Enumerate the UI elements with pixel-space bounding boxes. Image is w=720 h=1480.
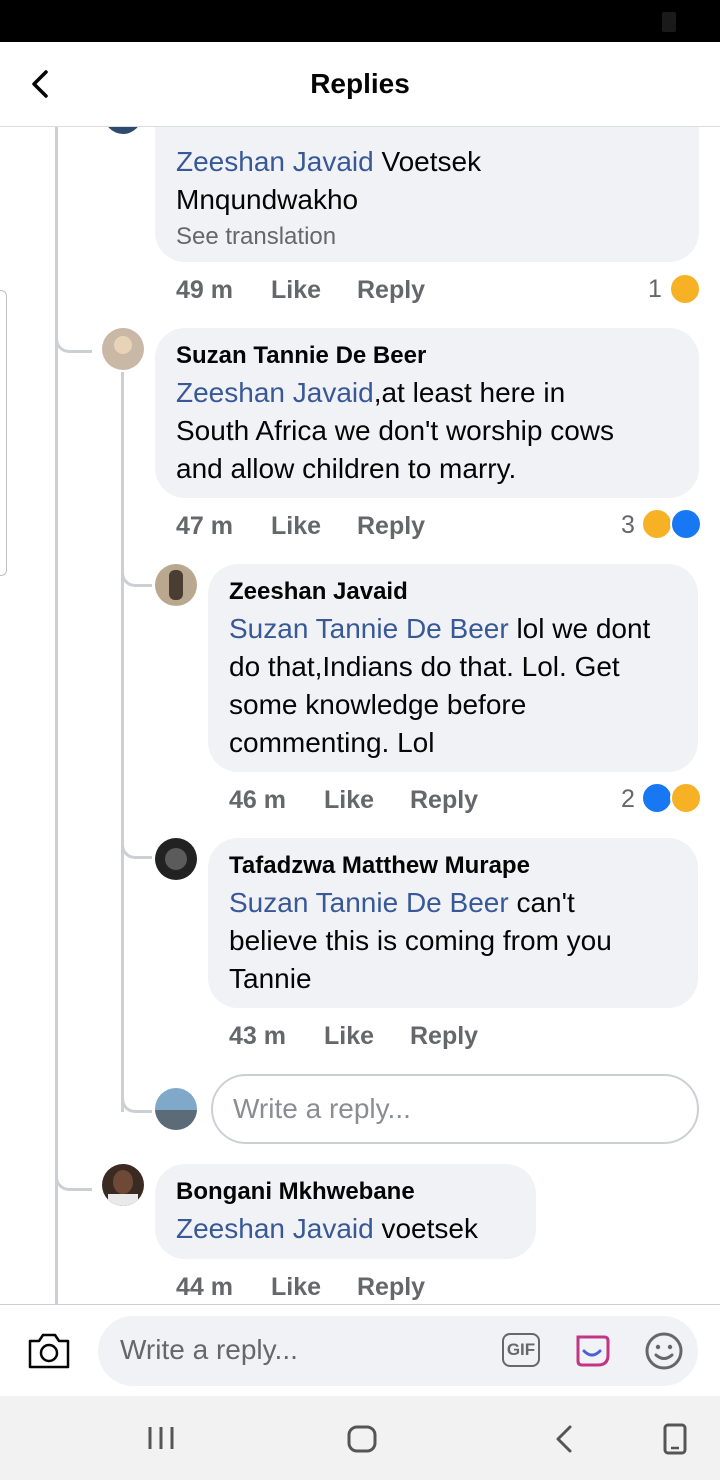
- thread-line-nested: [121, 372, 124, 1112]
- comment-text-line: Mnqundwakho: [176, 184, 359, 215]
- avatar[interactable]: [102, 328, 144, 370]
- comment-text-line: commenting. Lol: [229, 727, 435, 758]
- mention-link[interactable]: Suzan Tannie De Beer: [229, 613, 509, 644]
- thread-connector: [121, 1082, 152, 1113]
- reply-input-placeholder: Write a reply...: [233, 1093, 411, 1124]
- comment-bubble: Bongani Mkhwebane Zeeshan Javaid voetsek: [155, 1164, 536, 1259]
- reaction-count[interactable]: 1: [648, 275, 662, 304]
- like-reaction-icon: [641, 782, 673, 814]
- avatar[interactable]: [155, 564, 197, 606]
- comment-text-line: believe this is coming from you: [229, 925, 612, 956]
- comment-time: 49 m: [176, 276, 233, 304]
- comment-bubble: Suzan Tannie De Beer Zeeshan Javaid,at l…: [155, 328, 699, 498]
- reply-button[interactable]: Reply: [357, 1273, 425, 1302]
- comment-text-line: South Africa we don't worship cows: [176, 415, 615, 446]
- comment-text-line: Tannie: [229, 963, 312, 994]
- like-button[interactable]: Like: [271, 512, 321, 541]
- comment-bubble: Tafadzwa Matthew Murape Suzan Tannie De …: [208, 838, 698, 1008]
- avatar[interactable]: [102, 1164, 144, 1206]
- comment-text-line: do that,Indians do that. Lol. Get: [229, 651, 620, 682]
- composer-placeholder: Write a reply...: [120, 1334, 298, 1365]
- haha-reaction-icon: [641, 508, 673, 540]
- comment-text: Suzan Tannie De Beer lol we dont: [229, 613, 651, 644]
- comment-text: Zeeshan Javaid,at least here in: [176, 377, 566, 408]
- thread-connector: [121, 828, 152, 859]
- reaction-count[interactable]: 2: [621, 785, 635, 814]
- sticker-icon[interactable]: [572, 1331, 612, 1371]
- back-icon[interactable]: [552, 1424, 576, 1454]
- comment-text: Suzan Tannie De Beer can't: [229, 887, 575, 918]
- comment-time: 47 m: [176, 512, 233, 540]
- parent-comment-edge: [0, 290, 7, 576]
- comment-text-line: some knowledge before: [229, 689, 527, 720]
- replies-sheet: Replies Zeeshan Javaid Voetsek Mnqundwak…: [0, 42, 720, 1480]
- like-button[interactable]: Like: [271, 276, 321, 305]
- comment-text-line: and allow children to marry.: [176, 453, 517, 484]
- recent-apps-icon[interactable]: [146, 1424, 176, 1452]
- reply-button[interactable]: Reply: [357, 276, 425, 305]
- thread-line-main: [55, 126, 58, 1306]
- reply-button[interactable]: Reply: [410, 786, 478, 815]
- mention-link[interactable]: Zeeshan Javaid: [176, 1213, 374, 1244]
- composer-bar: Write a reply... GIF: [0, 1304, 720, 1397]
- comment-bubble: Zeeshan Javaid Suzan Tannie De Beer lol …: [208, 564, 698, 772]
- like-button[interactable]: Like: [324, 786, 374, 815]
- comment-time: 44 m: [176, 1273, 233, 1301]
- rotate-icon[interactable]: [660, 1422, 690, 1456]
- reply-button[interactable]: Reply: [357, 512, 425, 541]
- camera-icon[interactable]: [26, 1331, 72, 1371]
- gif-icon: GIF: [506, 1340, 536, 1359]
- comment-text: Zeeshan Javaid Voetsek: [176, 146, 482, 177]
- home-icon[interactable]: [346, 1424, 378, 1454]
- comment-author[interactable]: Bongani Mkhwebane: [176, 1178, 415, 1206]
- mention-link[interactable]: Suzan Tannie De Beer: [229, 887, 509, 918]
- page-title: Replies: [310, 68, 410, 99]
- like-button[interactable]: Like: [324, 1022, 374, 1051]
- comment-author[interactable]: Zeeshan Javaid: [229, 578, 408, 606]
- haha-reaction-icon: [670, 782, 702, 814]
- avatar[interactable]: [155, 838, 197, 880]
- status-bar: [0, 0, 720, 42]
- haha-reaction-icon: [669, 273, 701, 305]
- thread-connector: [55, 1156, 92, 1191]
- comment-time: 43 m: [229, 1022, 286, 1050]
- reply-input[interactable]: Write a reply...: [211, 1074, 699, 1144]
- see-translation-link[interactable]: See translation: [176, 223, 336, 251]
- comment-text: Zeeshan Javaid voetsek: [176, 1213, 478, 1244]
- like-reaction-icon: [670, 508, 702, 540]
- reply-button[interactable]: Reply: [410, 1022, 478, 1051]
- comment-author[interactable]: Suzan Tannie De Beer: [176, 342, 426, 370]
- mention-link[interactable]: Zeeshan Javaid: [176, 377, 374, 408]
- emoji-icon[interactable]: [644, 1331, 684, 1371]
- composer-input[interactable]: Write a reply... GIF: [98, 1316, 698, 1386]
- thread-connector: [55, 318, 92, 353]
- system-nav-bar: [0, 1396, 720, 1480]
- avatar: [155, 1088, 197, 1130]
- comment-time: 46 m: [229, 786, 286, 814]
- like-button[interactable]: Like: [271, 1273, 321, 1302]
- thread-connector: [121, 556, 152, 587]
- gif-button[interactable]: GIF: [502, 1333, 540, 1367]
- mention-link[interactable]: Zeeshan Javaid: [176, 146, 374, 177]
- battery-icon: [662, 12, 676, 32]
- reaction-count[interactable]: 3: [621, 511, 635, 540]
- header: Replies: [0, 42, 720, 127]
- comment-author[interactable]: Tafadzwa Matthew Murape: [229, 852, 530, 880]
